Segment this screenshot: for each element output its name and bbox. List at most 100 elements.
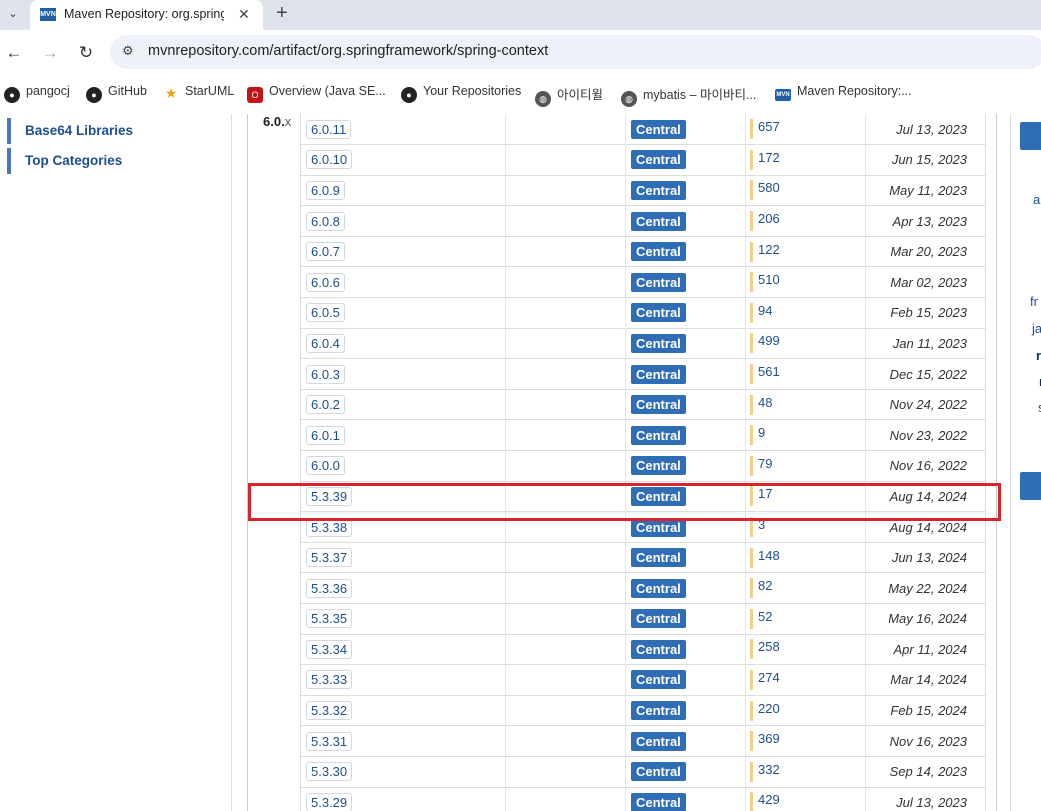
usages-link[interactable]: 332 [750, 761, 780, 782]
tab-search-icon[interactable]: ⌄ [4, 5, 22, 23]
repository-badge[interactable]: Central [631, 456, 686, 476]
new-tab-icon[interactable]: + [276, 2, 288, 25]
repository-badge[interactable]: Central [631, 701, 686, 721]
version-row: 6.0.1 Central 9 Nov 23, 2022 [300, 419, 986, 452]
usages-link[interactable]: 220 [750, 700, 780, 721]
repository-badge[interactable]: Central [631, 364, 686, 384]
repository-badge[interactable]: Central [631, 303, 686, 323]
version-link[interactable]: 6.0.11 [306, 119, 352, 139]
active-tab[interactable]: MVN Maven Repository: org.springfr ✕ [30, 0, 263, 30]
version-link[interactable]: 5.3.35 [306, 609, 353, 629]
usages-link[interactable]: 3 [750, 517, 765, 538]
version-cell: 5.3.32 [300, 695, 506, 727]
sidebar-button[interactable] [1020, 472, 1041, 500]
version-link[interactable]: 6.0.6 [306, 272, 345, 292]
usages-link[interactable]: 429 [750, 792, 780, 811]
repository-badge[interactable]: Central [631, 548, 686, 568]
repository-badge[interactable]: Central [631, 517, 686, 537]
repository-badge[interactable]: Central [631, 609, 686, 629]
sidebar-item-base64-libraries[interactable]: Base64 Libraries [7, 118, 227, 144]
site-info-icon[interactable]: ⚙ [122, 43, 134, 59]
version-row: 5.3.35 Central 52 May 16, 2024 [300, 603, 986, 635]
usages-link[interactable]: 580 [750, 180, 780, 201]
usages-link[interactable]: 79 [750, 455, 772, 476]
bookmark-pangocj[interactable]: ● pangocj [4, 84, 70, 104]
back-arrow-icon[interactable]: ← [4, 43, 24, 63]
repository-badge[interactable]: Central [631, 486, 686, 506]
usages-link[interactable]: 274 [750, 669, 780, 690]
usages-link[interactable]: 82 [750, 578, 772, 599]
vulnerabilities-cell [505, 175, 626, 207]
version-link[interactable]: 5.3.29 [306, 792, 353, 811]
version-link[interactable]: 5.3.36 [306, 578, 353, 598]
bookmark-itwill[interactable]: ◍ 아이티윌 [535, 84, 603, 107]
usages-link[interactable]: 48 [750, 394, 772, 415]
version-link[interactable]: 6.0.4 [306, 333, 345, 353]
bookmark-java-overview[interactable]: O Overview (Java SE... [247, 84, 386, 104]
version-link[interactable]: 6.0.9 [306, 180, 345, 200]
bookmark-your-repositories[interactable]: ● Your Repositories [401, 84, 521, 104]
usages-link[interactable]: 9 [750, 425, 765, 446]
version-link[interactable]: 5.3.38 [306, 517, 353, 537]
version-link[interactable]: 6.0.1 [306, 425, 345, 445]
repository-badge[interactable]: Central [631, 333, 686, 353]
usages-link[interactable]: 657 [750, 119, 780, 140]
repository-badge[interactable]: Central [631, 792, 686, 811]
sidebar-item-top-categories[interactable]: Top Categories [7, 148, 227, 174]
bookmark-mybatis[interactable]: ◍ mybatis – 마이바티... [621, 84, 756, 107]
usages-link[interactable]: 499 [750, 333, 780, 354]
version-link[interactable]: 6.0.8 [306, 211, 345, 231]
version-link[interactable]: 6.0.0 [306, 456, 345, 476]
usages-link[interactable]: 172 [750, 149, 780, 170]
version-row: 6.0.4 Central 499 Jan 11, 2023 [300, 328, 986, 360]
usages-link[interactable]: 369 [750, 731, 780, 752]
sidebar-button[interactable] [1020, 122, 1041, 150]
usages-link[interactable]: 148 [750, 547, 780, 568]
repository-badge[interactable]: Central [631, 762, 686, 782]
usages-link[interactable]: 258 [750, 639, 780, 660]
repository-badge[interactable]: Central [631, 395, 686, 415]
version-link[interactable]: 5.3.33 [306, 670, 353, 690]
usages-link[interactable]: 561 [750, 364, 780, 385]
version-link[interactable]: 5.3.32 [306, 701, 353, 721]
version-link[interactable]: 5.3.34 [306, 639, 353, 659]
repository-badge[interactable]: Central [631, 425, 686, 445]
repository-badge[interactable]: Central [631, 242, 686, 262]
usages-link[interactable]: 17 [750, 486, 772, 507]
repository-badge[interactable]: Central [631, 272, 686, 292]
forward-arrow-icon[interactable]: → [40, 43, 60, 63]
version-group-label: 6.0.x [263, 114, 292, 129]
bookmark-staruml[interactable]: ★ StarUML [163, 84, 235, 104]
version-link[interactable]: 6.0.5 [306, 303, 345, 323]
vulnerabilities-cell [505, 297, 626, 329]
version-link[interactable]: 6.0.3 [306, 364, 345, 384]
repository-badge[interactable]: Central [631, 211, 686, 231]
repository-cell: Central [625, 450, 746, 482]
sidebar-text-fragment: ja [1032, 321, 1041, 336]
version-link[interactable]: 5.3.39 [306, 486, 353, 506]
close-tab-icon[interactable]: ✕ [238, 6, 250, 23]
version-link[interactable]: 6.0.7 [306, 242, 345, 262]
version-link[interactable]: 5.3.30 [306, 762, 353, 782]
repository-badge[interactable]: Central [631, 639, 686, 659]
bookmark-github[interactable]: ● GitHub [86, 84, 147, 104]
usages-link[interactable]: 206 [750, 211, 780, 232]
repository-badge[interactable]: Central [631, 670, 686, 690]
version-link[interactable]: 5.3.37 [306, 548, 353, 568]
usages-link[interactable]: 52 [750, 608, 772, 629]
version-link[interactable]: 5.3.31 [306, 731, 353, 751]
repository-badge[interactable]: Central [631, 150, 686, 170]
version-link[interactable]: 6.0.2 [306, 395, 345, 415]
address-bar[interactable]: ⚙ mvnrepository.com/artifact/org.springf… [110, 35, 1041, 69]
repository-badge[interactable]: Central [631, 180, 686, 200]
repository-badge[interactable]: Central [631, 731, 686, 751]
bookmark-maven-repository[interactable]: MVN Maven Repository:... [775, 84, 912, 104]
version-link[interactable]: 6.0.10 [306, 150, 353, 170]
usages-link[interactable]: 94 [750, 302, 772, 323]
usages-link[interactable]: 122 [750, 241, 780, 262]
repository-badge[interactable]: Central [631, 119, 686, 139]
reload-icon[interactable]: ↻ [76, 43, 96, 63]
url-text[interactable]: mvnrepository.com/artifact/org.springfra… [148, 43, 548, 59]
repository-badge[interactable]: Central [631, 578, 686, 598]
usages-link[interactable]: 510 [750, 272, 780, 293]
